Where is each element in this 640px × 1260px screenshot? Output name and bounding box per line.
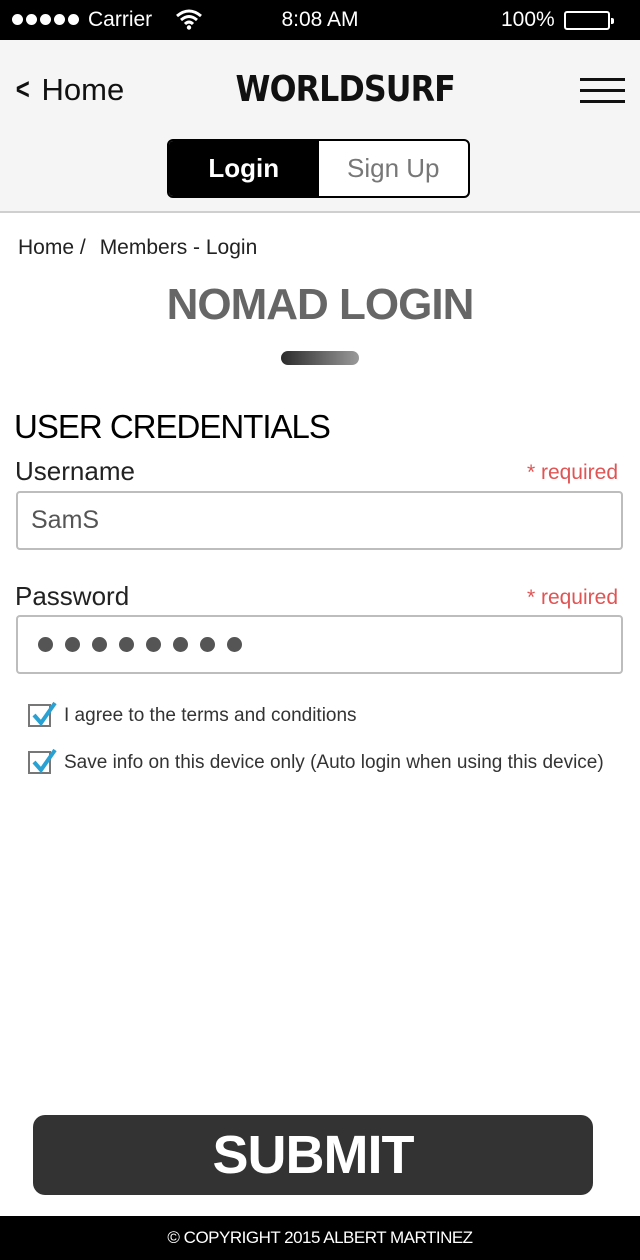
password-mask-dot [65, 637, 80, 652]
battery-icon [564, 11, 614, 30]
password-label: Password [15, 581, 130, 611]
username-input[interactable]: SamS [16, 491, 623, 550]
login-signup-toggle: Login Sign Up [167, 139, 470, 198]
status-bar: Carrier 8:08 AM 100% [0, 0, 640, 40]
brand-logo: WORLDSURF [235, 69, 456, 110]
password-input[interactable] [16, 615, 623, 674]
chevron-left-icon: < [15, 73, 30, 106]
terms-checkbox-label: I agree to the terms and conditions [64, 704, 357, 726]
footer-copyright: © COPYRIGHT 2015 ALBERT MARTINEZ [0, 1216, 640, 1260]
username-required-note: * required [526, 461, 618, 484]
hamburger-menu-icon[interactable] [580, 78, 625, 104]
back-button[interactable]: < Home [14, 72, 124, 108]
password-mask-dot [200, 637, 215, 652]
title-underline [281, 351, 359, 365]
save-info-checkbox-row[interactable]: Save info on this device only (Auto logi… [28, 748, 604, 774]
password-mask-dot [173, 637, 188, 652]
battery-percent: 100% [501, 8, 555, 31]
breadcrumb-current: Members - Login [99, 236, 258, 259]
section-title: USER CREDENTIALS [14, 408, 331, 445]
breadcrumb-home-link[interactable]: Home / [18, 236, 86, 260]
save-info-checkbox[interactable] [28, 748, 57, 774]
password-mask-dot [119, 637, 134, 652]
submit-button[interactable]: SUBMIT [33, 1115, 593, 1195]
terms-checkbox-row[interactable]: I agree to the terms and conditions [28, 701, 357, 727]
password-required-note: * required [526, 586, 618, 609]
nav-header: < Home WORLDSURF Login Sign Up [0, 40, 640, 213]
password-mask [38, 637, 242, 652]
password-mask-dot [227, 637, 242, 652]
password-mask-dot [38, 637, 53, 652]
save-info-checkbox-label: Save info on this device only (Auto logi… [64, 751, 604, 773]
username-label: Username [15, 456, 135, 486]
breadcrumb: Home / Members - Login [18, 236, 257, 260]
tab-login[interactable]: Login [169, 141, 319, 196]
terms-checkbox[interactable] [28, 701, 57, 727]
password-mask-dot [146, 637, 161, 652]
tab-sign-up[interactable]: Sign Up [319, 141, 469, 196]
password-mask-dot [92, 637, 107, 652]
page-title: NOMAD LOGIN [166, 280, 475, 329]
back-label: Home [41, 72, 125, 107]
